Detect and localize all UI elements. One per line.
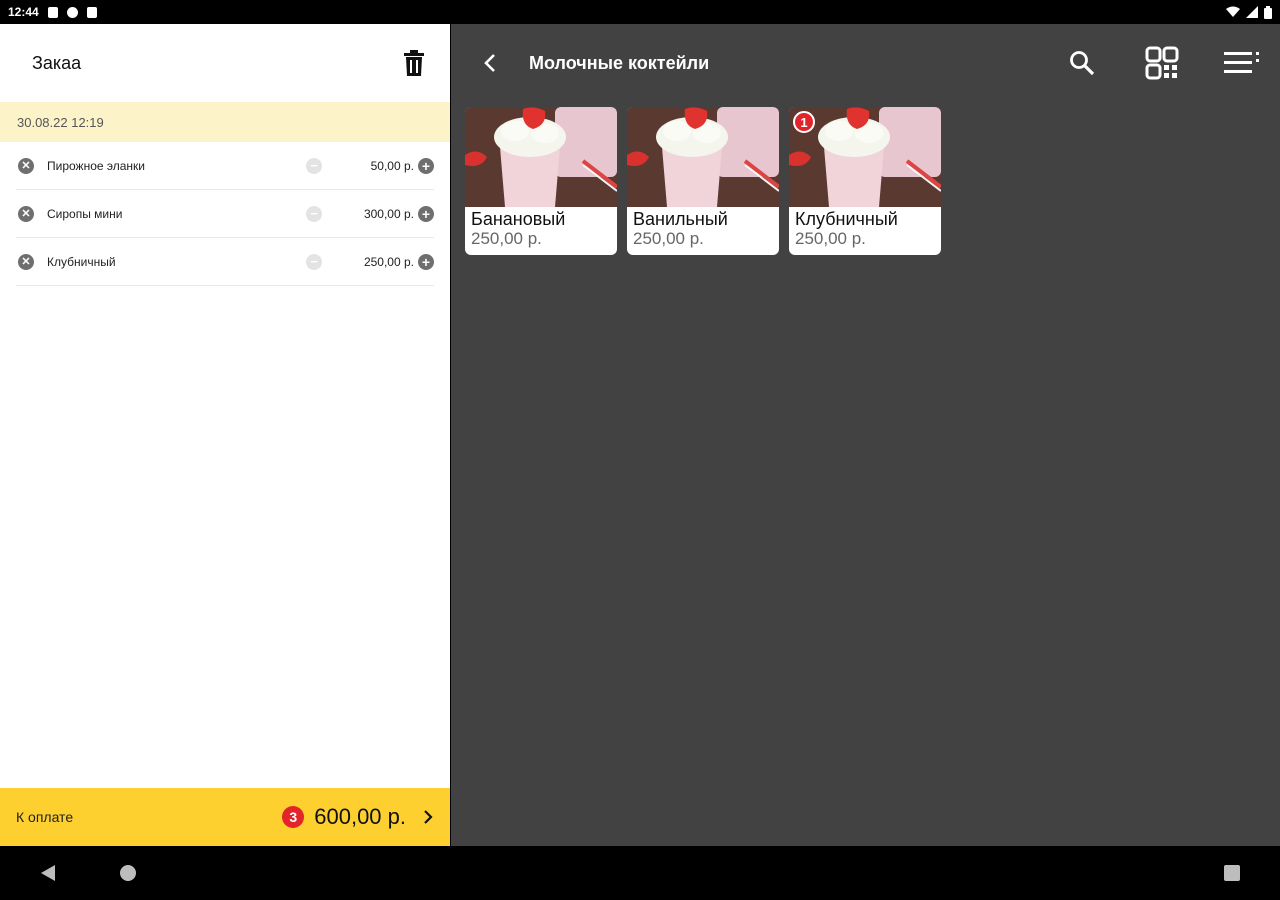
order-list: ✕ Пирожное эланки − 50,00 р. + ✕ Сиропы … <box>0 142 450 286</box>
product-name: Банановый <box>471 209 566 229</box>
order-header: Закаа <box>0 24 450 102</box>
product-card[interactable]: 1 Клубничный 250,00 р. <box>789 107 941 255</box>
decrease-quantity-icon[interactable]: − <box>306 157 322 174</box>
order-item[interactable]: ✕ Клубничный − 250,00 р. + <box>16 238 434 286</box>
status-left: 12:44 <box>8 5 97 19</box>
order-item-name: Пирожное эланки <box>47 158 145 173</box>
battery-icon <box>1264 5 1272 19</box>
pay-summary: 3 600,00 р. <box>282 804 434 830</box>
order-item-price: 50,00 р. <box>370 158 414 173</box>
catalog-header: Молочные коктейли <box>451 24 1280 102</box>
menu-icon[interactable] <box>1224 45 1260 81</box>
catalog-title: Молочные коктейли <box>529 52 710 73</box>
product-card[interactable]: Банановый 250,00 р. <box>465 107 617 255</box>
increase-quantity-icon[interactable]: + <box>418 157 434 174</box>
catalog-panel: Молочные коктейли Банановый 250,00 р. Ва… <box>451 24 1280 846</box>
order-item[interactable]: ✕ Пирожное эланки − 50,00 р. + <box>16 142 434 190</box>
product-name: Клубничный <box>795 209 898 229</box>
order-item-price: 250,00 р. <box>363 254 414 269</box>
chevron-left-icon[interactable] <box>479 52 501 74</box>
order-item-name: Сиропы мини <box>47 206 123 221</box>
increase-quantity-icon[interactable]: + <box>418 253 434 270</box>
order-date: 30.08.22 12:19 <box>0 102 450 142</box>
product-grid: Банановый 250,00 р. Ванильный 250,00 р. … <box>451 102 1280 255</box>
milkshake-image <box>627 107 779 207</box>
order-item-name: Клубничный <box>47 254 116 269</box>
product-price: 250,00 р. <box>633 229 704 248</box>
item-count-badge: 3 <box>282 806 305 828</box>
remove-item-icon[interactable]: ✕ <box>18 205 34 222</box>
nav-back-icon[interactable] <box>40 864 56 882</box>
pay-total: 600,00 р. <box>314 804 406 829</box>
qr-code-icon[interactable] <box>1144 45 1180 81</box>
status-bar: 12:44 <box>0 0 1280 24</box>
app-notification-icon <box>66 6 78 18</box>
chevron-right-icon <box>424 810 433 824</box>
product-price: 250,00 р. <box>795 229 866 248</box>
search-icon[interactable] <box>1064 45 1100 81</box>
pay-label: К оплате <box>16 809 74 825</box>
increase-quantity-icon[interactable]: + <box>418 205 434 222</box>
decrease-quantity-icon[interactable]: − <box>306 253 322 270</box>
wifi-icon <box>1226 6 1240 17</box>
remove-item-icon[interactable]: ✕ <box>18 253 34 270</box>
trash-icon[interactable] <box>402 49 426 77</box>
product-count-badge: 1 <box>793 111 815 133</box>
nav-recent-apps-icon[interactable] <box>1224 865 1240 881</box>
header-actions <box>1064 45 1260 81</box>
notification-icon <box>47 6 58 18</box>
app-screen: 12:44 Закаа 30.08.22 12:19 ✕ Пирожное эл… <box>0 0 1280 900</box>
status-right <box>1226 5 1272 19</box>
status-time: 12:44 <box>8 5 39 19</box>
product-card[interactable]: Ванильный 250,00 р. <box>627 107 779 255</box>
order-item[interactable]: ✕ Сиропы мини − 300,00 р. + <box>16 190 434 238</box>
order-title: Закаа <box>32 52 82 73</box>
product-price: 250,00 р. <box>471 229 542 248</box>
sim-icon <box>86 6 97 18</box>
nav-home-icon[interactable] <box>120 865 136 881</box>
pay-button[interactable]: К оплате 3 600,00 р. <box>0 788 450 846</box>
order-panel: Закаа 30.08.22 12:19 ✕ Пирожное эланки −… <box>0 24 450 846</box>
milkshake-image <box>465 107 617 207</box>
decrease-quantity-icon[interactable]: − <box>306 205 322 222</box>
remove-item-icon[interactable]: ✕ <box>18 157 34 174</box>
system-nav-bar <box>0 846 1280 900</box>
signal-icon <box>1246 6 1258 18</box>
order-item-price: 300,00 р. <box>363 206 414 221</box>
product-name: Ванильный <box>633 209 728 229</box>
